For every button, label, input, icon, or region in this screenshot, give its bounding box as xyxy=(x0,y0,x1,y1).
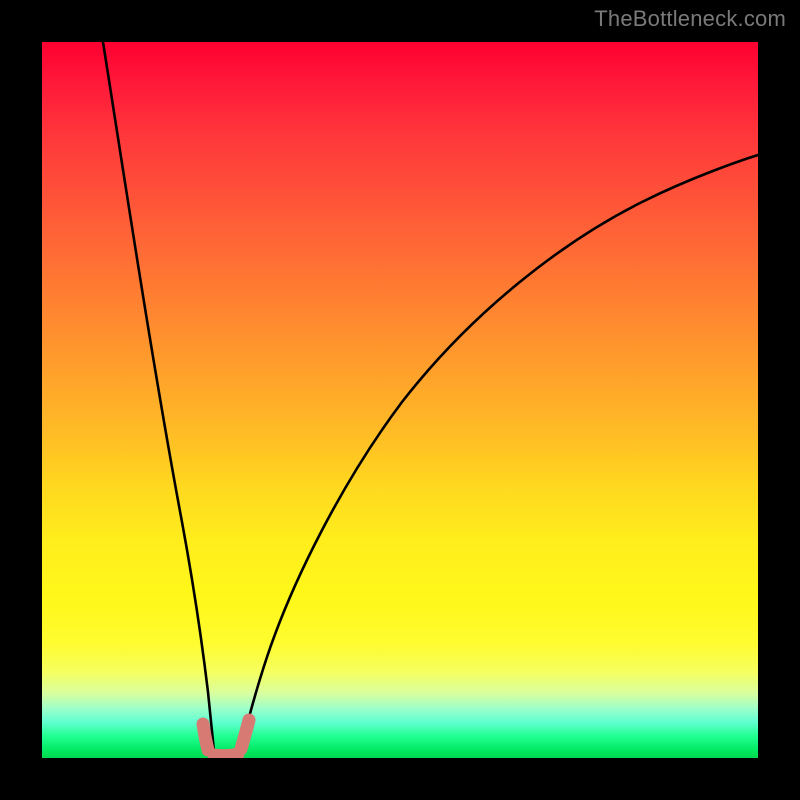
bottleneck-curve xyxy=(42,42,758,758)
watermark-text: TheBottleneck.com xyxy=(594,6,786,32)
trough-highlight-bottom xyxy=(214,754,238,756)
chart-frame: TheBottleneck.com xyxy=(0,0,800,800)
curve-left-branch xyxy=(103,42,214,752)
plot-area xyxy=(42,42,758,758)
trough-highlight-right xyxy=(241,720,249,749)
curve-right-branch xyxy=(240,155,758,752)
trough-highlight-left xyxy=(203,724,208,750)
